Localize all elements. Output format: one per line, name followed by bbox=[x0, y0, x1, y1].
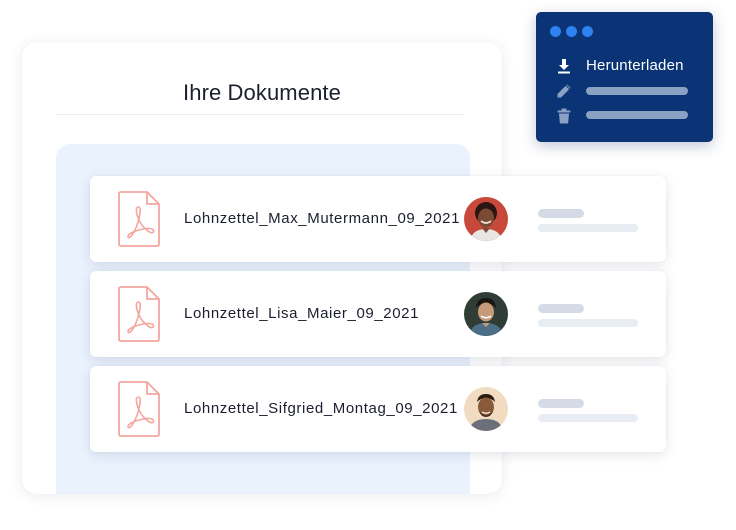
document-list: Lohnzettel_Max_Mutermann_09_2021 Lohnzet… bbox=[90, 176, 666, 461]
context-menu: Herunterladen bbox=[536, 12, 713, 142]
window-dot bbox=[550, 26, 561, 37]
placeholder-line bbox=[538, 304, 584, 313]
file-name[interactable]: Lohnzettel_Sifgried_Montag_09_2021 bbox=[184, 400, 458, 417]
pdf-file-icon bbox=[118, 286, 160, 342]
placeholder-line bbox=[538, 414, 638, 422]
menu-item-edit-placeholder[interactable] bbox=[586, 87, 688, 95]
pdf-file-icon bbox=[118, 381, 160, 437]
document-row[interactable]: Lohnzettel_Lisa_Maier_09_2021 bbox=[90, 271, 666, 357]
file-name[interactable]: Lohnzettel_Max_Mutermann_09_2021 bbox=[184, 210, 460, 227]
pdf-file-icon bbox=[118, 191, 160, 247]
page-title: Ihre Dokumente bbox=[183, 80, 341, 105]
person-avatar bbox=[464, 387, 508, 431]
placeholder-line bbox=[538, 209, 584, 218]
download-icon[interactable] bbox=[556, 58, 572, 74]
trash-icon[interactable] bbox=[556, 108, 572, 124]
file-name[interactable]: Lohnzettel_Lisa_Maier_09_2021 bbox=[184, 305, 419, 322]
placeholder-line bbox=[538, 319, 638, 327]
placeholder-line bbox=[538, 399, 584, 408]
window-dot bbox=[566, 26, 577, 37]
document-row[interactable]: Lohnzettel_Max_Mutermann_09_2021 bbox=[90, 176, 666, 262]
title-divider bbox=[56, 114, 464, 115]
menu-item-download[interactable]: Herunterladen bbox=[586, 57, 684, 74]
person-avatar bbox=[464, 292, 508, 336]
app-stage: Ihre Dokumente Lohnzettel_Max_Mutermann_… bbox=[0, 0, 736, 530]
person-avatar bbox=[464, 197, 508, 241]
placeholder-line bbox=[538, 224, 638, 232]
menu-item-delete-placeholder[interactable] bbox=[586, 111, 688, 119]
window-dot bbox=[582, 26, 593, 37]
pencil-icon[interactable] bbox=[556, 83, 572, 99]
document-row[interactable]: Lohnzettel_Sifgried_Montag_09_2021 bbox=[90, 366, 666, 452]
